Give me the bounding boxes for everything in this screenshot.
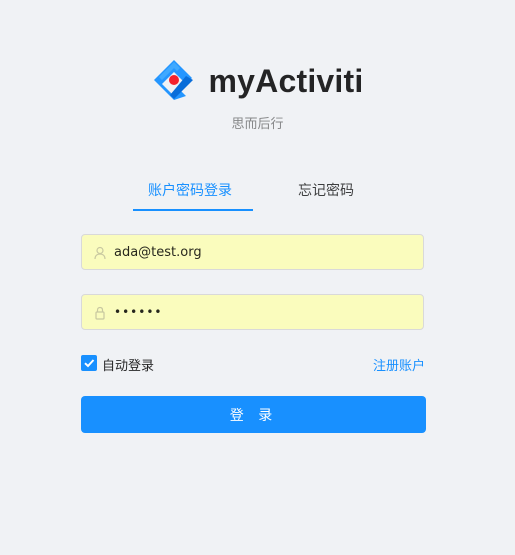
password-value: •••••• bbox=[114, 305, 163, 319]
brand: myActiviti bbox=[0, 56, 515, 104]
password-field[interactable]: •••••• bbox=[81, 294, 424, 330]
username-value: ada@test.org bbox=[114, 244, 202, 260]
app-title: myActiviti bbox=[208, 62, 364, 99]
active-tab-indicator bbox=[133, 209, 253, 211]
user-icon bbox=[93, 245, 107, 260]
lock-icon bbox=[93, 305, 107, 320]
login-button[interactable]: 登 录 bbox=[81, 396, 426, 433]
auto-login-checkbox[interactable] bbox=[81, 355, 97, 371]
tab-account-password-login[interactable]: 账户密码登录 bbox=[148, 180, 232, 200]
auto-login-label[interactable]: 自动登录 bbox=[102, 355, 154, 374]
login-options: 自动登录 注册账户 bbox=[81, 354, 426, 374]
register-link[interactable]: 注册账户 bbox=[373, 355, 425, 374]
app-subtitle: 思而后行 bbox=[231, 117, 284, 132]
logo-icon bbox=[152, 58, 196, 102]
login-header: myActiviti 思而后行 bbox=[0, 56, 515, 132]
login-tabs: 账户密码登录 忘记密码 bbox=[0, 170, 515, 212]
username-field[interactable]: ada@test.org bbox=[81, 234, 424, 270]
tab-forgot-password[interactable]: 忘记密码 bbox=[298, 180, 354, 200]
